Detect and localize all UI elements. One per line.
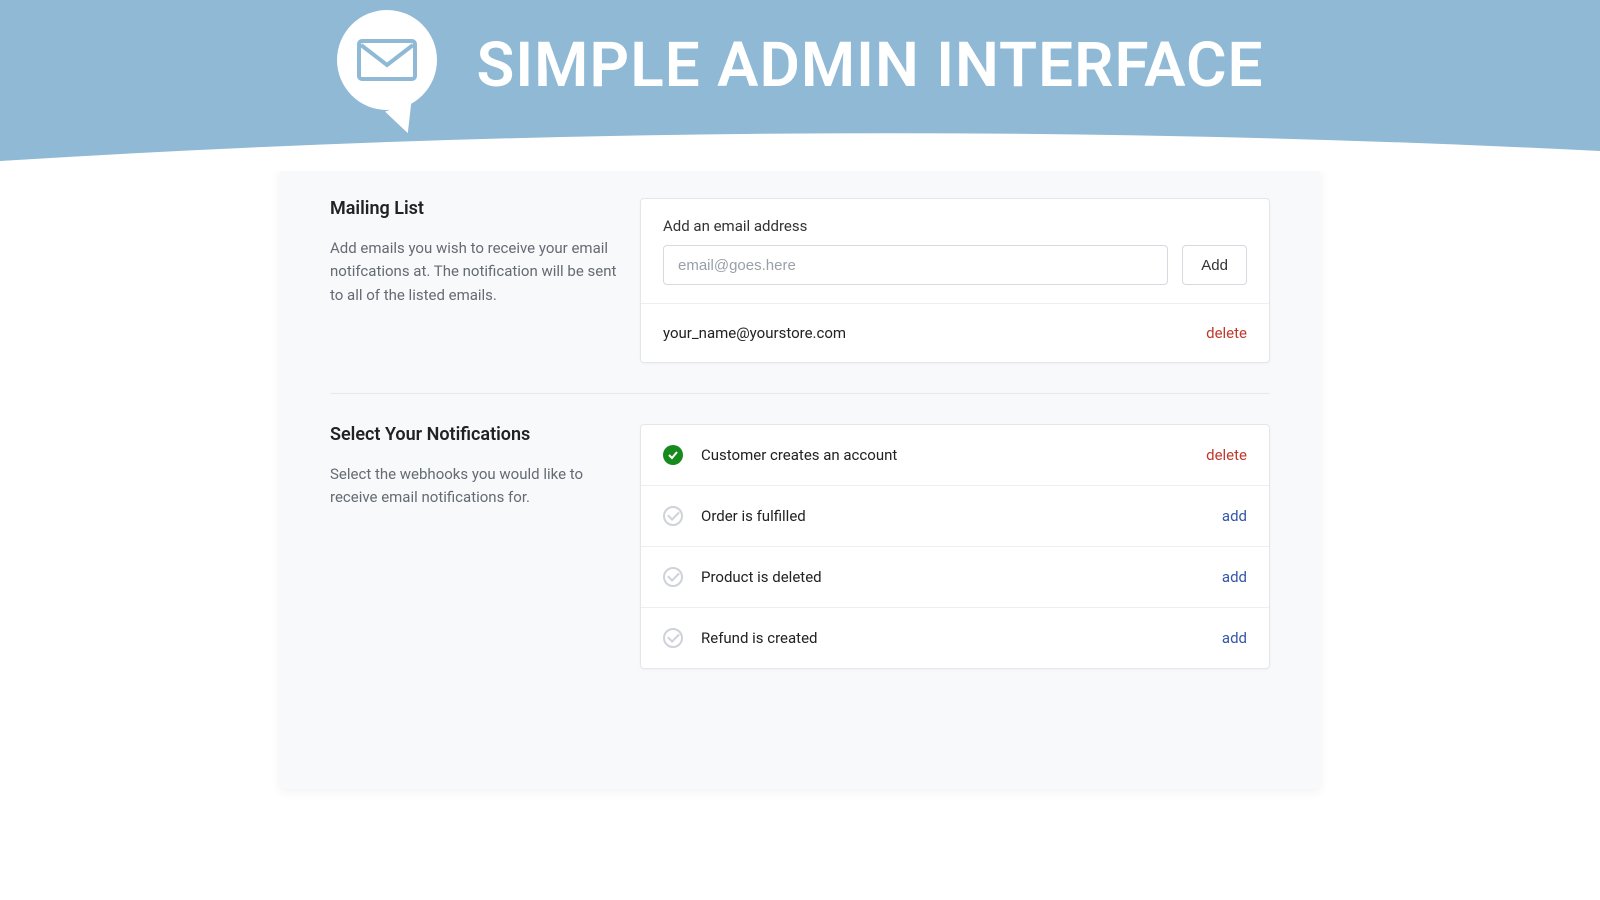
- notification-delete-link[interactable]: delete: [1206, 446, 1247, 464]
- add-email-button[interactable]: Add: [1182, 245, 1247, 285]
- section-mailing-list: Mailing List Add emails you wish to rece…: [280, 198, 1320, 363]
- notifications-desc: Select the webhooks you would like to re…: [330, 463, 620, 510]
- notification-row: Order is fulfilled add: [641, 485, 1269, 546]
- notifications-card: Customer creates an account delete Order…: [640, 424, 1270, 669]
- email-field-label: Add an email address: [663, 217, 1247, 235]
- mailing-card: Add an email address Add your_name@yours…: [640, 198, 1270, 363]
- check-unselected-icon: [663, 506, 683, 526]
- mailing-entry-delete-link[interactable]: delete: [1206, 324, 1247, 342]
- mailing-desc: Add emails you wish to receive your emai…: [330, 237, 620, 307]
- mailing-title: Mailing List: [330, 198, 620, 219]
- app-logo: [337, 10, 447, 120]
- wave-divider: [0, 131, 1600, 171]
- notification-label: Customer creates an account: [701, 446, 897, 464]
- notification-add-link[interactable]: add: [1222, 568, 1247, 586]
- section-divider: [330, 393, 1270, 394]
- notification-label: Refund is created: [701, 629, 817, 647]
- admin-panel: Mailing List Add emails you wish to rece…: [280, 168, 1320, 789]
- hero-banner: SIMPLE ADMIN INTERFACE: [0, 0, 1600, 170]
- section-notifications: Select Your Notifications Select the web…: [280, 424, 1320, 669]
- notifications-title: Select Your Notifications: [330, 424, 620, 445]
- check-selected-icon: [663, 445, 683, 465]
- email-input[interactable]: [663, 245, 1168, 285]
- notification-add-link[interactable]: add: [1222, 507, 1247, 525]
- check-unselected-icon: [663, 567, 683, 587]
- notification-label: Order is fulfilled: [701, 507, 806, 525]
- notification-add-link[interactable]: add: [1222, 629, 1247, 647]
- notification-row: Product is deleted add: [641, 546, 1269, 607]
- mailing-entry-email: your_name@yourstore.com: [663, 324, 846, 342]
- notification-row: Refund is created add: [641, 607, 1269, 668]
- check-unselected-icon: [663, 628, 683, 648]
- hero-title: SIMPLE ADMIN INTERFACE: [477, 29, 1264, 102]
- notification-row: Customer creates an account delete: [641, 425, 1269, 485]
- mailing-entry-row: your_name@yourstore.com delete: [641, 303, 1269, 362]
- envelope-icon: [357, 39, 417, 81]
- notification-label: Product is deleted: [701, 568, 822, 586]
